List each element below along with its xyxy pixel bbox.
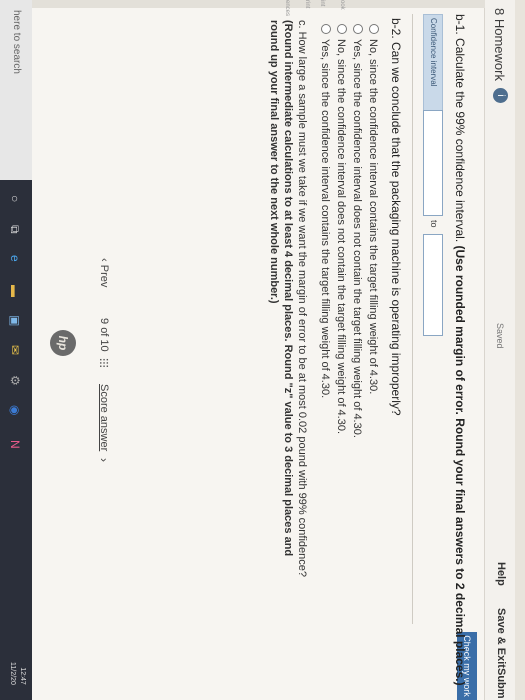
submit-link[interactable]: Subm	[495, 668, 507, 699]
answer-option-text: Yes, since the confidence interval does …	[351, 39, 363, 438]
page-number: 9	[98, 318, 110, 325]
prev-label: Prev	[98, 264, 110, 288]
edge-icon[interactable]: e	[8, 255, 22, 262]
homework-title: 8 Homework	[492, 8, 507, 81]
question-c: c. How large a sample must we take if we…	[267, 20, 309, 580]
radio-button[interactable]	[321, 24, 331, 34]
top-bar: 8 Homework i Saved Help Save & Exit Subm	[484, 0, 515, 700]
side-label[interactable]: ook	[339, 0, 345, 10]
prev-button[interactable]: ‹ Prev	[98, 258, 110, 287]
ci-lower-input[interactable]	[423, 110, 443, 216]
folder-icon[interactable]: ▬	[8, 285, 22, 297]
answer-option[interactable]: Yes, since the confidence interval does …	[348, 24, 363, 438]
answer-option-text: Yes, since the confidence interval conta…	[319, 39, 331, 399]
side-label[interactable]: int	[319, 0, 325, 6]
chrome-icon[interactable]: ◉	[8, 405, 22, 415]
answer-option[interactable]: No, since the confidence interval does n…	[332, 24, 347, 438]
clock-time: 12:47	[19, 667, 26, 685]
question-b1-instruction: (Use rounded margin of error. Round your…	[453, 245, 467, 686]
divider	[412, 14, 413, 624]
answer-option-text: No, since the confidence interval does n…	[335, 39, 347, 435]
help-link[interactable]: Help	[495, 562, 507, 586]
ci-upper-input[interactable]	[423, 234, 443, 336]
taskbar-search-text: here to search	[11, 10, 22, 74]
side-strip: ook int rint ences	[15, 0, 485, 16]
ci-to-label: to	[429, 220, 439, 228]
clock-date: 11/2/20	[9, 662, 16, 685]
next-icon[interactable]: ›	[97, 458, 111, 462]
page-indicator: 9 of 10	[98, 318, 110, 352]
side-label[interactable]: rint	[304, 0, 310, 8]
store-icon[interactable]: ▣	[8, 315, 22, 326]
monitor: 8 Homework i Saved Help Save & Exit Subm…	[0, 0, 525, 700]
radio-button[interactable]	[337, 24, 347, 34]
screen: 8 Homework i Saved Help Save & Exit Subm…	[0, 0, 515, 700]
question-b1-prefix: b-1.	[453, 14, 467, 35]
taskbar-clock[interactable]: 12:47 11/2/20	[7, 662, 27, 685]
task-view-icon[interactable]: ⧉	[7, 225, 22, 234]
radio-button[interactable]	[353, 24, 363, 34]
settings-icon[interactable]: ⚙	[8, 375, 22, 386]
radio-button[interactable]	[369, 24, 379, 34]
hp-logo-icon: hp	[50, 330, 76, 356]
question-b1-text: Calculate the 99% confidence interval.	[453, 38, 467, 243]
answer-option[interactable]: Yes, since the confidence interval conta…	[316, 24, 331, 438]
question-b1: b-1. Calculate the 99% confidence interv…	[453, 14, 467, 686]
question-b2: b-2. Can we conclude that the packaging …	[389, 18, 403, 416]
mail-icon[interactable]: ✉	[8, 345, 22, 355]
question-c-instruction: (Round intermediate calculations to at l…	[268, 20, 294, 557]
confidence-interval-label: Confidence interval	[423, 14, 443, 111]
cortana-icon[interactable]: ○	[8, 195, 22, 202]
side-label[interactable]: ences	[284, 0, 290, 16]
save-exit-link[interactable]: Save & Exit	[495, 608, 507, 668]
taskbar-search[interactable]: here to search	[0, 0, 32, 180]
saved-status: Saved	[495, 323, 505, 349]
answer-options: No, since the confidence interval contai…	[315, 24, 379, 438]
page-total: of 10	[98, 327, 110, 352]
app-icon[interactable]: N	[8, 440, 22, 449]
score-answer-link[interactable]: Score answer	[98, 384, 110, 451]
question-c-text: c. How large a sample must we take if we…	[296, 20, 308, 578]
info-icon[interactable]: i	[493, 88, 508, 103]
answer-option-text: No, since the confidence interval contai…	[367, 39, 379, 395]
taskbar: here to search ○ ⧉ e ▬ ▣ ✉ ⚙ ◉ N 12:47 1…	[0, 0, 32, 700]
grid-icon[interactable]	[99, 358, 109, 368]
answer-option[interactable]: No, since the confidence interval contai…	[364, 24, 379, 438]
